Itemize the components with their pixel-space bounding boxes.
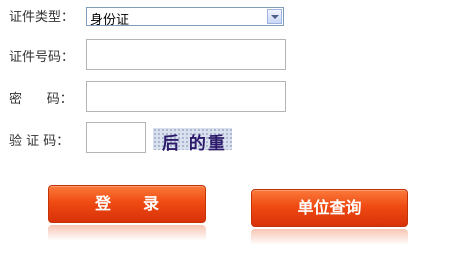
password-input[interactable] — [86, 81, 286, 112]
id-type-label: 证件类型： — [9, 10, 75, 25]
captcha-image[interactable]: 后 的重 — [153, 128, 232, 154]
password-label: 密 码： — [9, 92, 73, 107]
login-form: 证件类型： 身份证 证件号码： 密 码： 验 证 码： 后 的重 登 录 单位查… — [0, 0, 459, 260]
captcha-input[interactable] — [86, 122, 146, 153]
id-number-label: 证件号码： — [9, 50, 75, 65]
login-button[interactable]: 登 录 — [48, 185, 206, 223]
captcha-label: 验 证 码： — [9, 134, 70, 149]
unit-query-button[interactable]: 单位查询 — [251, 189, 408, 227]
id-type-select[interactable]: 身份证 — [86, 7, 284, 28]
chevron-down-icon[interactable] — [267, 9, 282, 24]
captcha-text: 后 的重 — [162, 134, 227, 154]
id-number-input[interactable] — [86, 39, 286, 70]
id-type-selected-value: 身份证 — [90, 13, 130, 28]
login-button-reflection — [48, 225, 206, 241]
unit-query-button-reflection — [251, 229, 408, 245]
